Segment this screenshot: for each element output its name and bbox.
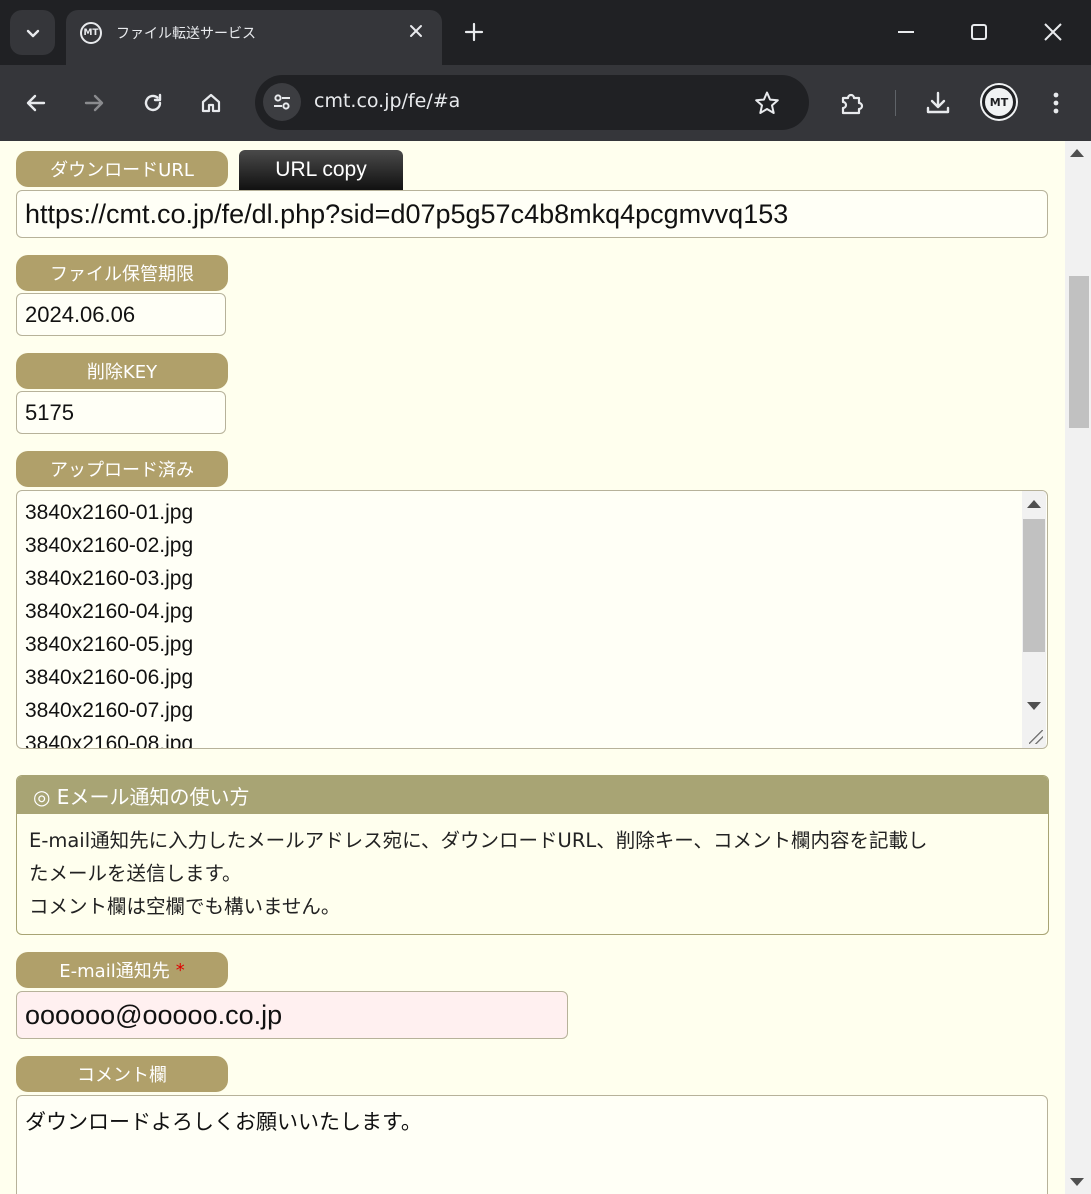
email-label-text: E-mail通知先 — [59, 961, 170, 982]
active-tab[interactable]: MT ファイル転送サービス — [66, 10, 442, 65]
list-item: 3840x2160-01.jpg — [25, 501, 194, 524]
browser-toolbar: cmt.co.jp/fe/#a MT — [0, 65, 1091, 141]
close-icon — [410, 25, 422, 37]
tab-close-button[interactable] — [404, 19, 428, 43]
reload-button[interactable] — [133, 83, 173, 123]
list-item: 3840x2160-07.jpg — [25, 699, 194, 722]
scroll-up-arrow-icon[interactable] — [1027, 500, 1041, 508]
delete-key-label: 削除KEY — [16, 353, 228, 389]
page-viewport: ダウンロードURL URL copy https://cmt.co.jp/fe/… — [0, 141, 1091, 1194]
plus-icon — [464, 22, 484, 42]
scroll-up-arrow-icon[interactable] — [1070, 149, 1084, 157]
list-item: 3840x2160-04.jpg — [25, 600, 194, 623]
tune-icon — [274, 94, 290, 110]
arrow-right-icon — [84, 94, 104, 112]
email-field[interactable]: oooooo@ooooo.co.jp — [16, 991, 568, 1039]
back-button[interactable] — [16, 83, 56, 123]
required-mark: * — [175, 959, 185, 981]
page-scrollbar[interactable] — [1065, 141, 1091, 1194]
tab-strip: MT ファイル転送サービス — [0, 0, 1091, 65]
bookmark-button[interactable] — [751, 87, 783, 119]
download-url-label: ダウンロードURL — [16, 151, 228, 187]
scrollbar-thumb[interactable] — [1023, 519, 1045, 652]
list-item: 3840x2160-02.jpg — [25, 534, 194, 557]
uploaded-label: アップロード済み — [16, 451, 228, 487]
comment-textarea[interactable]: ダウンロードよろしくお願いいたします。 — [16, 1095, 1048, 1194]
download-url-field[interactable]: https://cmt.co.jp/fe/dl.php?sid=d07p5g57… — [16, 190, 1048, 238]
download-icon — [926, 91, 950, 114]
tab-title: ファイル転送サービス — [116, 26, 256, 42]
more-vertical-icon — [1053, 92, 1059, 114]
expiry-field[interactable]: 2024.06.06 — [16, 293, 226, 336]
close-icon — [1044, 23, 1062, 41]
file-list-scrollbar[interactable] — [1022, 491, 1046, 748]
site-info-button[interactable] — [263, 83, 301, 121]
scroll-down-arrow-icon[interactable] — [1027, 702, 1041, 710]
home-button[interactable] — [191, 83, 231, 123]
uploaded-files-list[interactable]: 3840x2160-01.jpg 3840x2160-02.jpg 3840x2… — [16, 490, 1048, 749]
list-item: 3840x2160-05.jpg — [25, 633, 194, 656]
list-item: 3840x2160-03.jpg — [25, 567, 194, 590]
resize-grip-icon[interactable] — [1029, 730, 1043, 744]
arrow-left-icon — [26, 94, 46, 112]
email-info-line: E-mail通知先に入力したメールアドレス宛に、ダウンロードURL、削除キー、コ… — [29, 829, 928, 852]
close-window-button[interactable] — [1035, 14, 1071, 50]
new-tab-button[interactable] — [458, 16, 490, 48]
email-info-box: ◎ Eメール通知の使い方 E-mail通知先に入力したメールアドレス宛に、ダウン… — [16, 775, 1049, 935]
puzzle-icon — [841, 93, 864, 115]
minimize-button[interactable] — [888, 14, 924, 50]
scroll-down-arrow-icon[interactable] — [1070, 1178, 1084, 1186]
comment-label: コメント欄 — [16, 1056, 228, 1092]
url-text[interactable]: cmt.co.jp/fe/#a — [314, 90, 460, 112]
email-info-body: E-mail通知先に入力したメールアドレス宛に、ダウンロードURL、削除キー、コ… — [17, 814, 1048, 923]
email-info-line: たメールを送信します。 — [29, 862, 242, 885]
profile-avatar[interactable]: MT — [982, 85, 1016, 119]
address-bar[interactable]: cmt.co.jp/fe/#a — [255, 75, 809, 130]
menu-button[interactable] — [1036, 83, 1076, 123]
site-favicon-icon: MT — [80, 22, 102, 44]
email-label: E-mail通知先 * — [16, 952, 228, 988]
email-info-line: コメント欄は空欄でも構いません。 — [29, 895, 341, 918]
star-icon — [755, 91, 779, 114]
maximize-button[interactable] — [961, 14, 997, 50]
minimize-icon — [898, 31, 914, 33]
list-item: 3840x2160-08.jpg — [25, 732, 194, 749]
extensions-button[interactable] — [832, 83, 872, 123]
maximize-icon — [971, 24, 987, 40]
forward-button[interactable] — [74, 83, 114, 123]
toolbar-separator — [895, 90, 896, 116]
downloads-button[interactable] — [918, 83, 958, 123]
scrollbar-thumb[interactable] — [1069, 276, 1089, 428]
list-item: 3840x2160-06.jpg — [25, 666, 194, 689]
url-copy-button[interactable]: URL copy — [239, 150, 403, 190]
expiry-label: ファイル保管期限 — [16, 255, 228, 291]
chevron-down-icon — [26, 29, 39, 37]
reload-icon — [144, 93, 162, 112]
tab-search-button[interactable] — [10, 10, 55, 55]
home-icon — [201, 93, 221, 113]
delete-key-field[interactable]: 5175 — [16, 391, 226, 434]
email-info-heading: ◎ Eメール通知の使い方 — [17, 776, 1048, 814]
